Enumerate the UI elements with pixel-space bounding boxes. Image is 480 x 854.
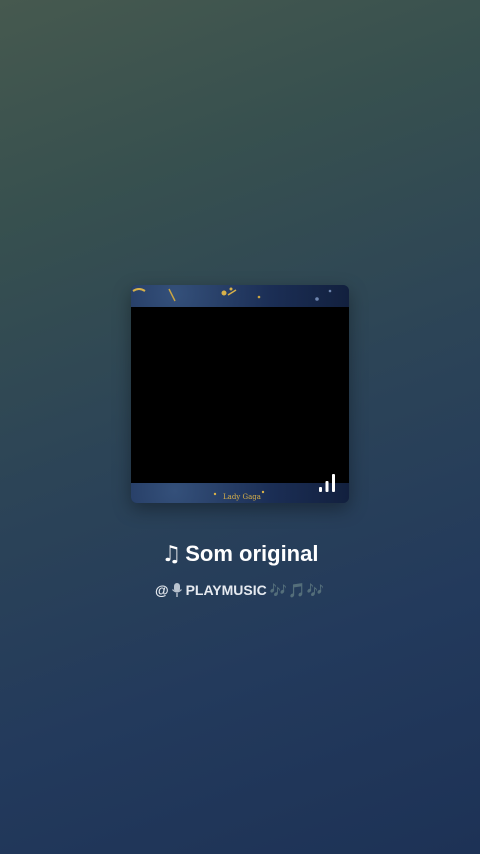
sound-artwork[interactable]: Lady Gaga (131, 285, 349, 503)
video-preview (131, 307, 349, 483)
author-music-notes: 🎶🎵🎶 (269, 583, 326, 599)
album-cover-bottom: Lady Gaga (131, 483, 349, 503)
sound-title-row: ♫ Som original (0, 540, 480, 569)
music-note-icon: ♫ (161, 542, 182, 567)
cover-title-text: Lady Gaga (223, 493, 261, 501)
cover-title-art: Lady Gaga (213, 490, 265, 501)
album-cover-top (131, 285, 349, 307)
signal-bars-icon (319, 474, 335, 492)
author-name: PLAYMUSIC (185, 582, 267, 598)
sound-title: Som original (185, 541, 319, 566)
sound-author[interactable]: @ PLAYMUSIC 🎶🎵🎶 (0, 580, 480, 601)
cover-ornaments (132, 287, 332, 302)
microphone-icon (171, 583, 182, 597)
author-at-sign: @ (154, 582, 169, 598)
